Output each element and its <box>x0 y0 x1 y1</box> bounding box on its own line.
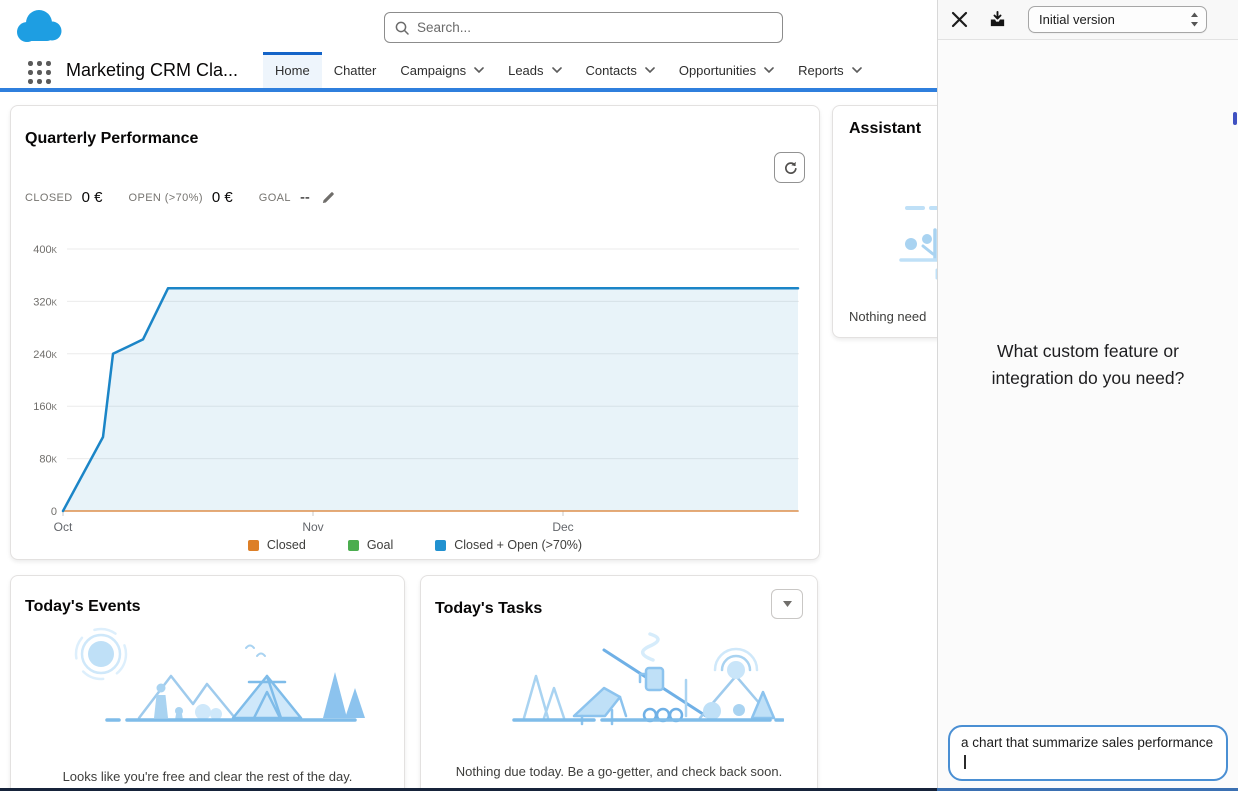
tab-reports[interactable]: Reports <box>786 52 874 88</box>
kpi-closed: CLOSED 0 € <box>25 189 103 206</box>
refresh-icon <box>782 160 798 176</box>
app-name: Marketing CRM Cla... <box>66 60 238 81</box>
kpi-label: CLOSED <box>25 192 73 204</box>
legend-item: Closed + Open (>70%) <box>435 538 582 552</box>
kpi-value: 0 € <box>212 189 233 206</box>
kpi-value: 0 € <box>82 189 103 206</box>
search-icon <box>395 21 409 35</box>
app-window: Marketing CRM Cla... Home Chatter Campaign… <box>0 0 1238 791</box>
tasks-empty-text: Nothing due today. Be a go-getter, and c… <box>421 764 817 779</box>
events-empty-text: Looks like you're free and clear the res… <box>11 769 404 784</box>
close-panel-button[interactable] <box>946 7 972 33</box>
quarterly-performance-card: Quarterly Performance CLOSED0 €OPEN (>70… <box>10 105 820 560</box>
publish-button[interactable] <box>984 7 1010 33</box>
svg-text:400k: 400k <box>33 244 57 256</box>
publish-icon <box>988 10 1007 29</box>
legend-label: Goal <box>367 538 393 552</box>
edit-goal-icon[interactable] <box>321 190 336 205</box>
refresh-button[interactable] <box>774 152 805 183</box>
triangle-down-icon <box>783 601 792 607</box>
builder-side-panel: Initial version What custom feature or i… <box>937 0 1238 791</box>
legend-label: Closed <box>267 538 306 552</box>
svg-text:Nov: Nov <box>302 520 323 534</box>
panel-scrollbar-thumb[interactable] <box>1233 112 1237 125</box>
legend-label: Closed + Open (>70%) <box>454 538 582 552</box>
events-camping-illustration <box>43 618 373 753</box>
svg-text:0: 0 <box>51 506 57 518</box>
nav-tabs: Home Chatter Campaigns Leads Contacts Opportu… <box>263 52 874 88</box>
svg-text:80k: 80k <box>39 454 57 466</box>
text-caret <box>964 755 966 769</box>
todays-tasks-title: Today's Tasks <box>435 600 542 618</box>
version-select-value: Initial version <box>1039 12 1115 27</box>
chevron-down-icon <box>852 67 862 73</box>
global-search[interactable] <box>384 12 783 43</box>
todays-tasks-card: Today's Tasks <box>420 575 818 791</box>
select-stepper-icon <box>1190 12 1199 27</box>
legend-swatch-icon <box>248 540 259 551</box>
panel-topbar: Initial version <box>938 0 1238 40</box>
tab-campaigns[interactable]: Campaigns <box>388 52 496 88</box>
chevron-down-icon <box>474 67 484 73</box>
tab-label: Home <box>275 63 310 78</box>
kpi-label: OPEN (>70%) <box>129 192 203 204</box>
prompt-input-value: a chart that summarize sales performance <box>961 735 1213 750</box>
kpi-goal: GOAL -- <box>259 189 336 206</box>
svg-text:Oct: Oct <box>54 520 73 534</box>
assistant-title: Assistant <box>849 120 921 138</box>
prompt-input[interactable]: a chart that summarize sales performance <box>948 725 1228 781</box>
kpi-open-70-: OPEN (>70%) 0 € <box>129 189 233 206</box>
global-header: Marketing CRM Cla... Home Chatter Campaign… <box>0 0 937 88</box>
legend-swatch-icon <box>435 540 446 551</box>
tab-label: Reports <box>798 63 844 78</box>
chevron-down-icon <box>764 67 774 73</box>
assistant-empty-text: Nothing need <box>849 309 926 324</box>
app-launcher-icon[interactable] <box>28 61 52 85</box>
todays-events-card: Today's Events <box>10 575 405 791</box>
tab-contacts[interactable]: Contacts <box>574 52 667 88</box>
tab-label: Opportunities <box>679 63 756 78</box>
close-icon <box>951 11 968 28</box>
svg-text:320k: 320k <box>33 296 57 308</box>
performance-chart: 0 80k 160k 240k 320k 400k Oct Nov Dec <box>11 236 821 536</box>
chevron-down-icon <box>552 67 562 73</box>
tasks-campfire-illustration <box>454 618 784 748</box>
version-select[interactable]: Initial version <box>1028 6 1207 33</box>
legend-item: Goal <box>348 538 393 552</box>
svg-text:160k: 160k <box>33 401 57 413</box>
legend-swatch-icon <box>348 540 359 551</box>
svg-text:Dec: Dec <box>552 520 573 534</box>
tab-opportunities[interactable]: Opportunities <box>667 52 786 88</box>
tab-label: Leads <box>508 63 543 78</box>
chart-legend: Closed Goal Closed + Open (>70%) <box>11 538 819 552</box>
quarterly-performance-title: Quarterly Performance <box>25 130 198 148</box>
chevron-down-icon <box>645 67 655 73</box>
tab-label: Campaigns <box>400 63 466 78</box>
kpi-value: -- <box>300 189 310 206</box>
search-input[interactable] <box>417 20 772 35</box>
tab-leads[interactable]: Leads <box>496 52 573 88</box>
svg-text:240k: 240k <box>33 349 57 361</box>
legend-item: Closed <box>248 538 306 552</box>
kpi-label: GOAL <box>259 192 291 204</box>
tab-home[interactable]: Home <box>263 52 322 88</box>
tab-label: Contacts <box>586 63 637 78</box>
kpi-row: CLOSED 0 € OPEN (>70%) 0 € GOAL -- <box>25 189 336 206</box>
todays-events-title: Today's Events <box>25 598 141 616</box>
salesforce-logo-icon <box>12 7 64 45</box>
tab-chatter[interactable]: Chatter <box>322 52 389 88</box>
tab-label: Chatter <box>334 63 377 78</box>
tasks-menu-button[interactable] <box>771 589 803 619</box>
panel-question: What custom feature or integration do yo… <box>938 338 1238 392</box>
